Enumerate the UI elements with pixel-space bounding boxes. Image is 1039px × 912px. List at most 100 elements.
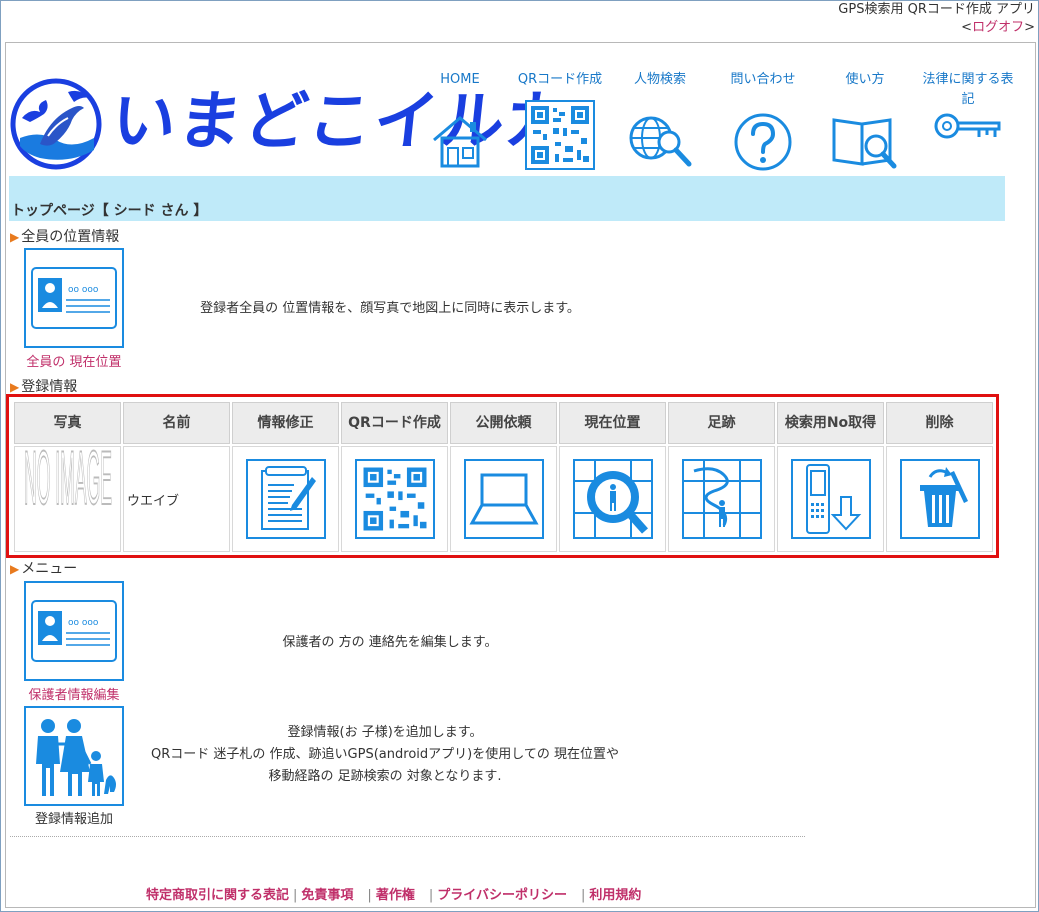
family-icon [36, 719, 116, 796]
arrow-icon: ▶ [10, 230, 20, 244]
footprint-button[interactable] [681, 459, 762, 539]
no-image-placeholder: NO IMAGE [23, 434, 112, 520]
section-heading-registration: ▶ 登録情報 [10, 376, 77, 396]
nav-label: HOME [440, 72, 480, 87]
section-heading-all-location: ▶ 全員の位置情報 [10, 226, 119, 246]
footer-link-terms[interactable]: 利用規約 [589, 888, 641, 903]
globe-search-icon [629, 116, 692, 167]
footer-separator: | [367, 888, 372, 903]
svg-text:oo ooo: oo ooo [68, 618, 99, 628]
location-cell [559, 446, 666, 552]
table-row: NO IMAGE ウエイブ [14, 434, 993, 552]
add-desc-line-3: 移動経路の 足跡検索の 対象となります. [268, 769, 502, 784]
map-search-person-icon [574, 461, 651, 537]
photo-cell: NO IMAGE [14, 434, 121, 552]
document-edit-icon [260, 466, 316, 530]
add-desc-line-2: QRコード 迷子札の 作成、跡追いGPS(androidアプリ)を使用しての 現… [151, 747, 619, 762]
site-logo[interactable]: いまどこイルカ [10, 78, 574, 170]
all-location-button[interactable]: oo ooo [24, 248, 124, 348]
id-card-icon: oo ooo [31, 600, 117, 662]
get-search-no-button[interactable] [790, 459, 871, 539]
add-desc-line-1: 登録情報(お 子様)を追加します。 [287, 725, 483, 740]
trash-icon [919, 467, 968, 527]
arrow-icon: ▶ [10, 562, 20, 576]
footer-link-privacy[interactable]: プライバシーポリシー [437, 888, 567, 903]
book-search-icon [832, 118, 897, 169]
logoff-link[interactable]: ログオフ [972, 20, 1024, 35]
main-nav: HOME QRコード作成 人物検索 問い合わせ 使い方 法律に関する表記 [420, 70, 1020, 172]
guardian-edit-caption[interactable]: 保護者情報編集 [14, 684, 134, 703]
nav-home[interactable]: HOME [412, 70, 508, 170]
dolphin-logo-icon [10, 78, 102, 170]
footer-link-disclaimer[interactable]: 免責事項 [301, 888, 353, 903]
arrow-icon: ▶ [10, 380, 20, 394]
nav-label: 使い方 [845, 72, 885, 87]
col-header-edit: 情報修正 [232, 402, 339, 444]
publish-cell [450, 446, 557, 552]
footer-links: 特定商取引に関する表記 | 免責事項 | 著作権 | プライバシーポリシー | 利用規約 [146, 884, 641, 903]
qr-code-icon [363, 467, 426, 531]
nav-label: 問い合わせ [730, 72, 796, 87]
nav-how-to-use[interactable]: 使い方 [817, 70, 913, 170]
footer-separator: | [428, 888, 434, 903]
laptop-icon [468, 473, 539, 525]
app-tagline: GPS検索用 QRコード作成 アプリ [838, 2, 1035, 17]
section-heading-text: メニュー [21, 561, 78, 577]
table-header-row: 写真 名前 情報修正 QRコード作成 公開依頼 現在位置 足跡 検索用No取得 … [14, 402, 993, 444]
qr-cell [341, 446, 448, 552]
col-header-location: 現在位置 [559, 402, 666, 444]
question-icon [734, 113, 792, 171]
footer-separator: | [293, 888, 298, 903]
nav-legal[interactable]: 法律に関する表記 [920, 70, 1016, 146]
section-heading-text: 登録情報 [21, 379, 78, 395]
nav-person-search[interactable]: 人物検索 [612, 70, 708, 170]
col-header-footprint: 足跡 [668, 402, 775, 444]
logoff-bracket-close: > [1024, 20, 1035, 35]
footprint-cell [668, 446, 775, 552]
qr-code-icon [525, 100, 595, 170]
section-heading-menu: ▶ メニュー [10, 558, 77, 578]
nav-qr-create[interactable]: QRコード作成 [512, 70, 608, 170]
nav-label: 人物検索 [633, 72, 686, 87]
page-title-bar: トップページ【 シード さん 】 [9, 176, 1005, 221]
route-person-icon [683, 461, 760, 537]
name-cell: ウエイブ [123, 446, 230, 552]
svg-text:oo ooo: oo ooo [68, 285, 99, 295]
registration-table-frame: 写真 名前 情報修正 QRコード作成 公開依頼 現在位置 足跡 検索用No取得 … [6, 394, 999, 558]
top-bar: GPS検索用 QRコード作成 アプリ <ログオフ> [838, 1, 1035, 37]
all-location-caption[interactable]: 全員の 現在位置 [14, 351, 134, 370]
registration-table: 写真 名前 情報修正 QRコード作成 公開依頼 現在位置 足跡 検索用No取得 … [12, 400, 995, 554]
footer-link-copyright[interactable]: 著作権 [376, 888, 415, 903]
no-image-text: NO IMAGE [24, 447, 112, 520]
col-header-name: 名前 [123, 402, 230, 444]
search-no-cell [777, 446, 884, 552]
add-registration-button[interactable] [24, 706, 124, 806]
edit-info-button[interactable] [245, 459, 326, 539]
footer-separator: | [580, 888, 586, 903]
col-header-publish: 公開依頼 [450, 402, 557, 444]
phone-download-icon [805, 464, 861, 534]
col-header-delete: 削除 [886, 402, 993, 444]
delete-cell [886, 446, 993, 552]
guardian-edit-button[interactable]: oo ooo [24, 581, 124, 681]
col-header-qr: QRコード作成 [341, 402, 448, 444]
id-card-icon: oo ooo [31, 267, 117, 329]
guardian-edit-description: 保護者の 方の 連絡先を編集します。 [282, 635, 498, 650]
add-registration-caption[interactable]: 登録情報追加 [14, 808, 134, 827]
col-header-search-no: 検索用No取得 [777, 402, 884, 444]
current-location-button[interactable] [572, 459, 653, 539]
key-icon [934, 113, 1001, 139]
page-title: トップページ【 シード さん 】 [11, 203, 208, 219]
nav-contact[interactable]: 問い合わせ [715, 70, 811, 172]
col-header-photo: 写真 [14, 402, 121, 444]
logoff-bracket-open: < [961, 20, 973, 35]
section-heading-text: 全員の位置情報 [21, 229, 120, 245]
delete-button[interactable] [899, 459, 980, 539]
qr-create-button[interactable] [354, 459, 435, 539]
publish-request-button[interactable] [463, 459, 544, 539]
divider [10, 836, 805, 837]
all-location-description: 登録者全員の 位置情報を、顔写真で地図上に同時に表示します。 [200, 301, 580, 316]
edit-cell [232, 446, 339, 552]
house-icon [433, 116, 487, 168]
footer-link-commerce[interactable]: 特定商取引に関する表記 [146, 888, 289, 903]
